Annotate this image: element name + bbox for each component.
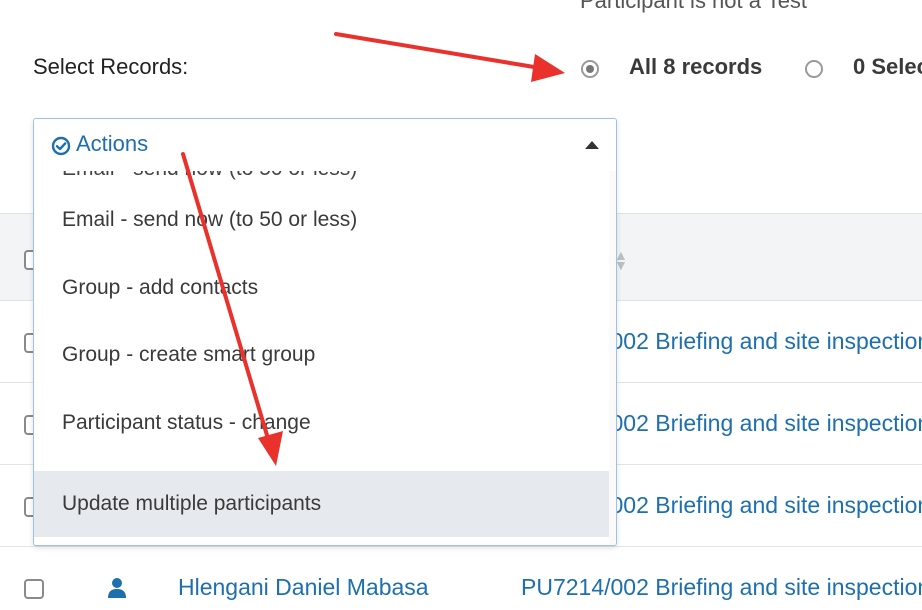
menu-item-group-create-smart-group[interactable]: Group - create smart group [34,322,610,388]
all-records-label[interactable]: All 8 records [629,54,762,80]
menu-scrollbar[interactable] [609,171,616,545]
menu-item-email-send-now[interactable]: Email - send now (to 50 or less) [34,187,610,253]
actions-dropdown[interactable]: Actions Email - send now (to 50 or less)… [33,118,617,546]
check-circle-icon [51,136,71,156]
menu-item-group-add-contacts[interactable]: Group - add contacts [34,255,610,321]
actions-label: Actions [76,131,149,156]
page: Participant is not a Test Select Records… [0,0,922,610]
menu-item-update-multiple-participants[interactable]: Update multiple participants [34,471,610,537]
selected-records-label[interactable]: 0 Selected [853,54,922,80]
menu-item-participant-status-change[interactable]: Participant status - change [34,390,610,456]
actions-dropdown-toggle[interactable]: Actions [34,119,616,171]
event-link[interactable]: PU7214/002 Briefing and site inspection [521,574,922,601]
arrow-to-all-records [334,32,542,70]
actions-menu: Email - send now (to 50 or less) Email -… [34,171,616,545]
caret-up-icon[interactable] [585,141,599,149]
row-checkbox[interactable] [24,579,44,599]
table-row: Hlengani Daniel Mabasa PU7214/002 Briefi… [0,547,922,610]
all-records-radio[interactable] [581,60,599,78]
selected-records-radio[interactable] [805,60,823,78]
filter-criteria-text: Participant is not a Test [580,0,808,13]
select-records-label: Select Records: [33,54,189,79]
arrow-head-icon [531,54,565,82]
menu-item-partial[interactable]: Email - send now (to 50 or less) [62,171,357,181]
contact-name-link[interactable]: Hlengani Daniel Mabasa [178,574,429,601]
contact-person-icon [108,578,126,598]
